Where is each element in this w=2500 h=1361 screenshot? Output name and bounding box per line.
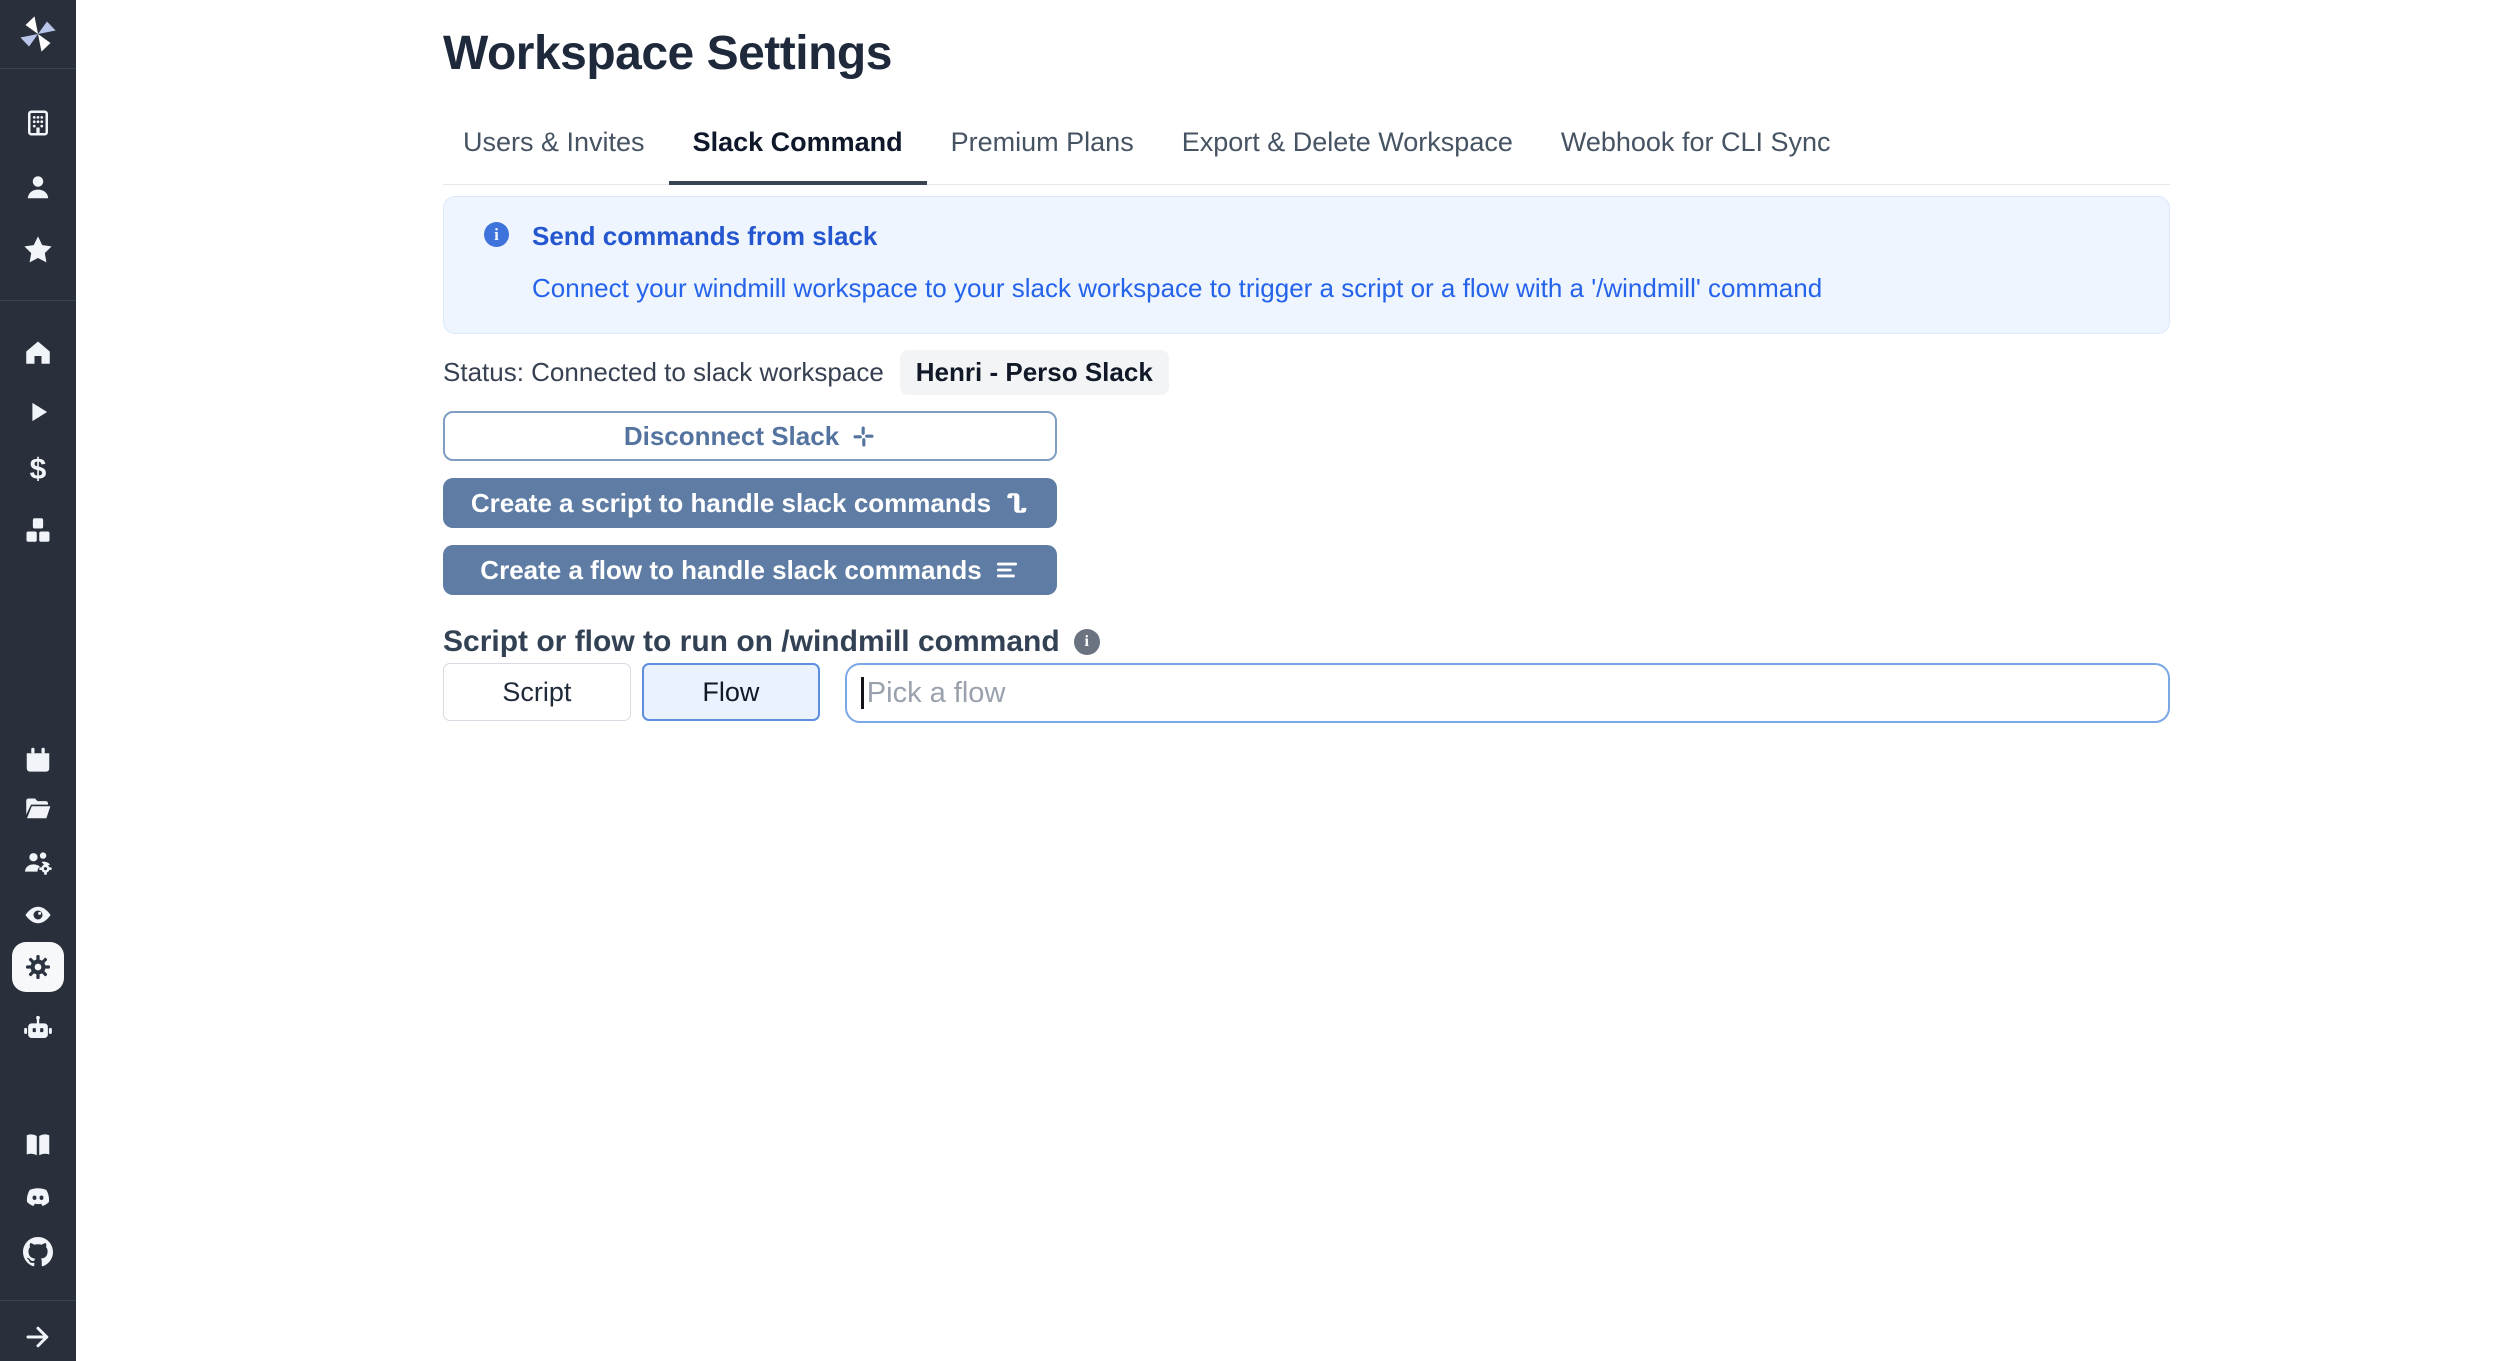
sidebar-item-folders[interactable] bbox=[0, 793, 76, 823]
sidebar-item-github[interactable] bbox=[0, 1237, 76, 1267]
tab-webhook-cli-sync[interactable]: Webhook for CLI Sync bbox=[1537, 127, 1855, 184]
slack-icon bbox=[851, 424, 876, 449]
sidebar-item-runs[interactable] bbox=[0, 398, 76, 426]
page-title: Workspace Settings bbox=[443, 27, 892, 80]
dollar-icon: $ bbox=[29, 453, 47, 486]
settings-tabs: Users & Invites Slack Command Premium Pl… bbox=[443, 127, 2170, 185]
sidebar-item-groups[interactable] bbox=[0, 846, 76, 878]
home-icon bbox=[23, 337, 53, 367]
discord-icon bbox=[23, 1183, 53, 1213]
workspace-badge: Henri - Perso Slack bbox=[899, 350, 1169, 395]
main-content: Workspace Settings Users & Invites Slack… bbox=[76, 0, 2500, 1361]
gear-icon bbox=[23, 952, 53, 982]
info-banner: i Send commands from slack Connect your … bbox=[443, 196, 2170, 334]
slack-actions: Disconnect Slack Create a script to hand… bbox=[443, 411, 1057, 595]
sidebar-item-favorites[interactable] bbox=[0, 234, 76, 266]
sidebar-item-resources[interactable] bbox=[0, 515, 76, 545]
eye-icon bbox=[23, 900, 53, 930]
play-icon bbox=[24, 398, 52, 426]
tab-slack-command[interactable]: Slack Command bbox=[668, 127, 927, 185]
sidebar-item-workspace[interactable] bbox=[0, 108, 76, 138]
tab-users-invites[interactable]: Users & Invites bbox=[443, 127, 669, 184]
flow-picker-wrap bbox=[844, 663, 2170, 723]
create-script-handler-button[interactable]: Create a script to handle slack commands bbox=[443, 478, 1057, 528]
flow-bars-icon bbox=[994, 557, 1020, 583]
runner-heading-row: Script or flow to run on /windmill comma… bbox=[443, 625, 2170, 659]
sidebar-collapse-button[interactable] bbox=[0, 1322, 76, 1352]
picker-row: Script Flow bbox=[443, 663, 2170, 723]
sidebar-divider bbox=[0, 1300, 76, 1301]
sidebar-item-workspace-settings[interactable] bbox=[12, 942, 64, 992]
sidebar-item-schedules[interactable] bbox=[0, 745, 76, 775]
create-script-label: Create a script to handle slack commands bbox=[470, 487, 992, 518]
toggle-script[interactable]: Script bbox=[443, 663, 631, 721]
toggle-flow[interactable]: Flow bbox=[641, 663, 820, 721]
status-label: Status: Connected to slack workspace bbox=[443, 357, 884, 387]
book-icon bbox=[23, 1130, 53, 1160]
banner-body: Connect your windmill workspace to your … bbox=[532, 273, 1823, 303]
sidebar-divider bbox=[0, 68, 76, 69]
user-icon bbox=[23, 172, 53, 202]
text-cursor bbox=[860, 677, 864, 709]
building-icon bbox=[23, 108, 53, 138]
sidebar-item-workers[interactable] bbox=[0, 1014, 76, 1046]
arrow-right-icon bbox=[23, 1322, 53, 1352]
script-scroll-icon bbox=[1003, 490, 1029, 516]
flow-picker-input[interactable] bbox=[844, 663, 2170, 723]
sidebar-item-discord[interactable] bbox=[0, 1183, 76, 1213]
sidebar-item-docs[interactable] bbox=[0, 1130, 76, 1160]
folder-open-icon bbox=[23, 793, 53, 823]
users-gear-icon bbox=[22, 846, 54, 878]
sidebar-divider bbox=[0, 300, 76, 301]
sidebar-item-user[interactable] bbox=[0, 172, 76, 202]
create-flow-handler-button[interactable]: Create a flow to handle slack commands bbox=[443, 545, 1057, 595]
help-tooltip-icon[interactable]: i bbox=[1073, 629, 1100, 655]
calendar-icon bbox=[23, 745, 53, 775]
sidebar-item-home[interactable] bbox=[0, 337, 76, 367]
sidebar-item-audit-logs[interactable] bbox=[0, 900, 76, 930]
tab-premium-plans[interactable]: Premium Plans bbox=[927, 127, 1158, 184]
windmill-logo-icon bbox=[16, 12, 60, 56]
github-icon bbox=[23, 1237, 53, 1267]
sidebar: $ bbox=[0, 0, 76, 1361]
sidebar-item-variables[interactable]: $ bbox=[0, 455, 76, 485]
disconnect-label: Disconnect Slack bbox=[623, 420, 840, 451]
info-icon: i bbox=[484, 222, 509, 247]
disconnect-slack-button[interactable]: Disconnect Slack bbox=[443, 411, 1057, 461]
slack-status-row: Status: Connected to slack workspace Hen… bbox=[443, 350, 2170, 395]
robot-icon bbox=[22, 1014, 54, 1046]
runner-heading: Script or flow to run on /windmill comma… bbox=[443, 625, 1060, 658]
windmill-logo[interactable] bbox=[0, 12, 76, 56]
tab-export-delete-workspace[interactable]: Export & Delete Workspace bbox=[1158, 127, 1537, 184]
create-flow-label: Create a flow to handle slack commands bbox=[480, 554, 982, 585]
star-icon bbox=[22, 234, 54, 266]
boxes-icon bbox=[23, 515, 53, 545]
banner-title: Send commands from slack bbox=[532, 221, 878, 251]
